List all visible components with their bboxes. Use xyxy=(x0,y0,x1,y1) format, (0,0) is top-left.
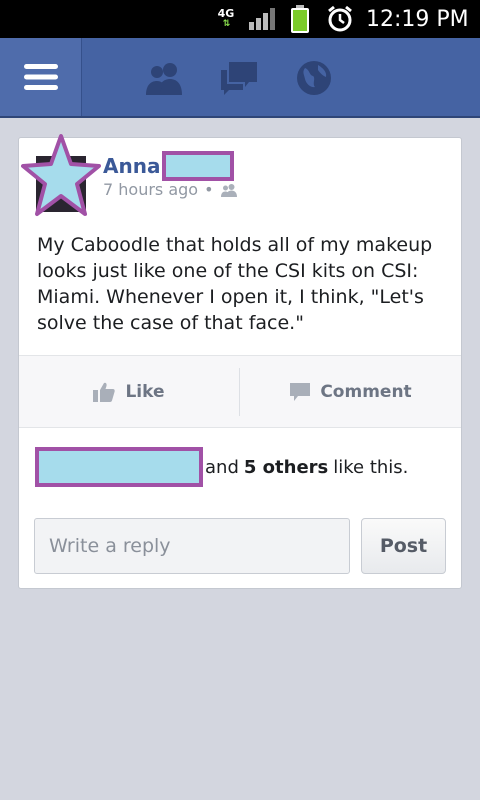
comment-icon xyxy=(290,383,311,401)
star-redaction-icon xyxy=(21,134,101,216)
author-row: Anna xyxy=(103,150,235,182)
menu-button[interactable] xyxy=(0,38,82,116)
globe-icon[interactable] xyxy=(293,58,335,98)
data-activity-icon: ⇅ xyxy=(222,19,230,29)
network-label: 4G xyxy=(217,7,235,20)
comment-button[interactable]: Comment xyxy=(241,356,461,428)
post-actions: Like Comment xyxy=(19,355,461,428)
actions-divider xyxy=(239,368,240,416)
alarm-icon xyxy=(326,0,354,38)
battery-icon xyxy=(290,0,310,38)
likes-count-link[interactable]: 5 others xyxy=(244,457,328,478)
clock-time: 12:19 PM xyxy=(366,6,469,32)
redacted-surname xyxy=(162,151,235,181)
likes-suffix: like this. xyxy=(333,456,409,478)
author-name[interactable]: Anna xyxy=(103,154,160,178)
post-card: Anna 7 hours ago • My Caboodle that hold… xyxy=(18,134,462,589)
thumbs-up-icon xyxy=(93,382,116,402)
top-nav-bar xyxy=(0,38,480,118)
friends-icon[interactable] xyxy=(143,58,185,98)
signal-icon xyxy=(249,0,277,38)
reply-input[interactable] xyxy=(34,518,350,574)
like-label: Like xyxy=(125,382,165,402)
menu-icon xyxy=(23,64,58,90)
status-bar: 4G ⇅ 12:19 PM xyxy=(0,0,480,38)
meta-separator: • xyxy=(204,180,214,199)
friends-audience-icon xyxy=(220,183,237,197)
comment-label: Comment xyxy=(320,382,412,402)
post-time[interactable]: 7 hours ago xyxy=(103,180,198,199)
post-body: My Caboodle that holds all of my makeup … xyxy=(37,234,433,334)
like-button[interactable]: Like xyxy=(19,356,239,428)
network-4g-icon: 4G ⇅ xyxy=(213,0,239,38)
post-button[interactable]: Post xyxy=(361,518,446,574)
likes-prefix: and xyxy=(205,456,239,478)
redacted-liker-name xyxy=(35,447,203,487)
likes-summary: and 5 others like this. xyxy=(35,446,408,488)
post-meta: 7 hours ago • xyxy=(103,180,238,199)
messages-icon[interactable] xyxy=(218,58,260,98)
